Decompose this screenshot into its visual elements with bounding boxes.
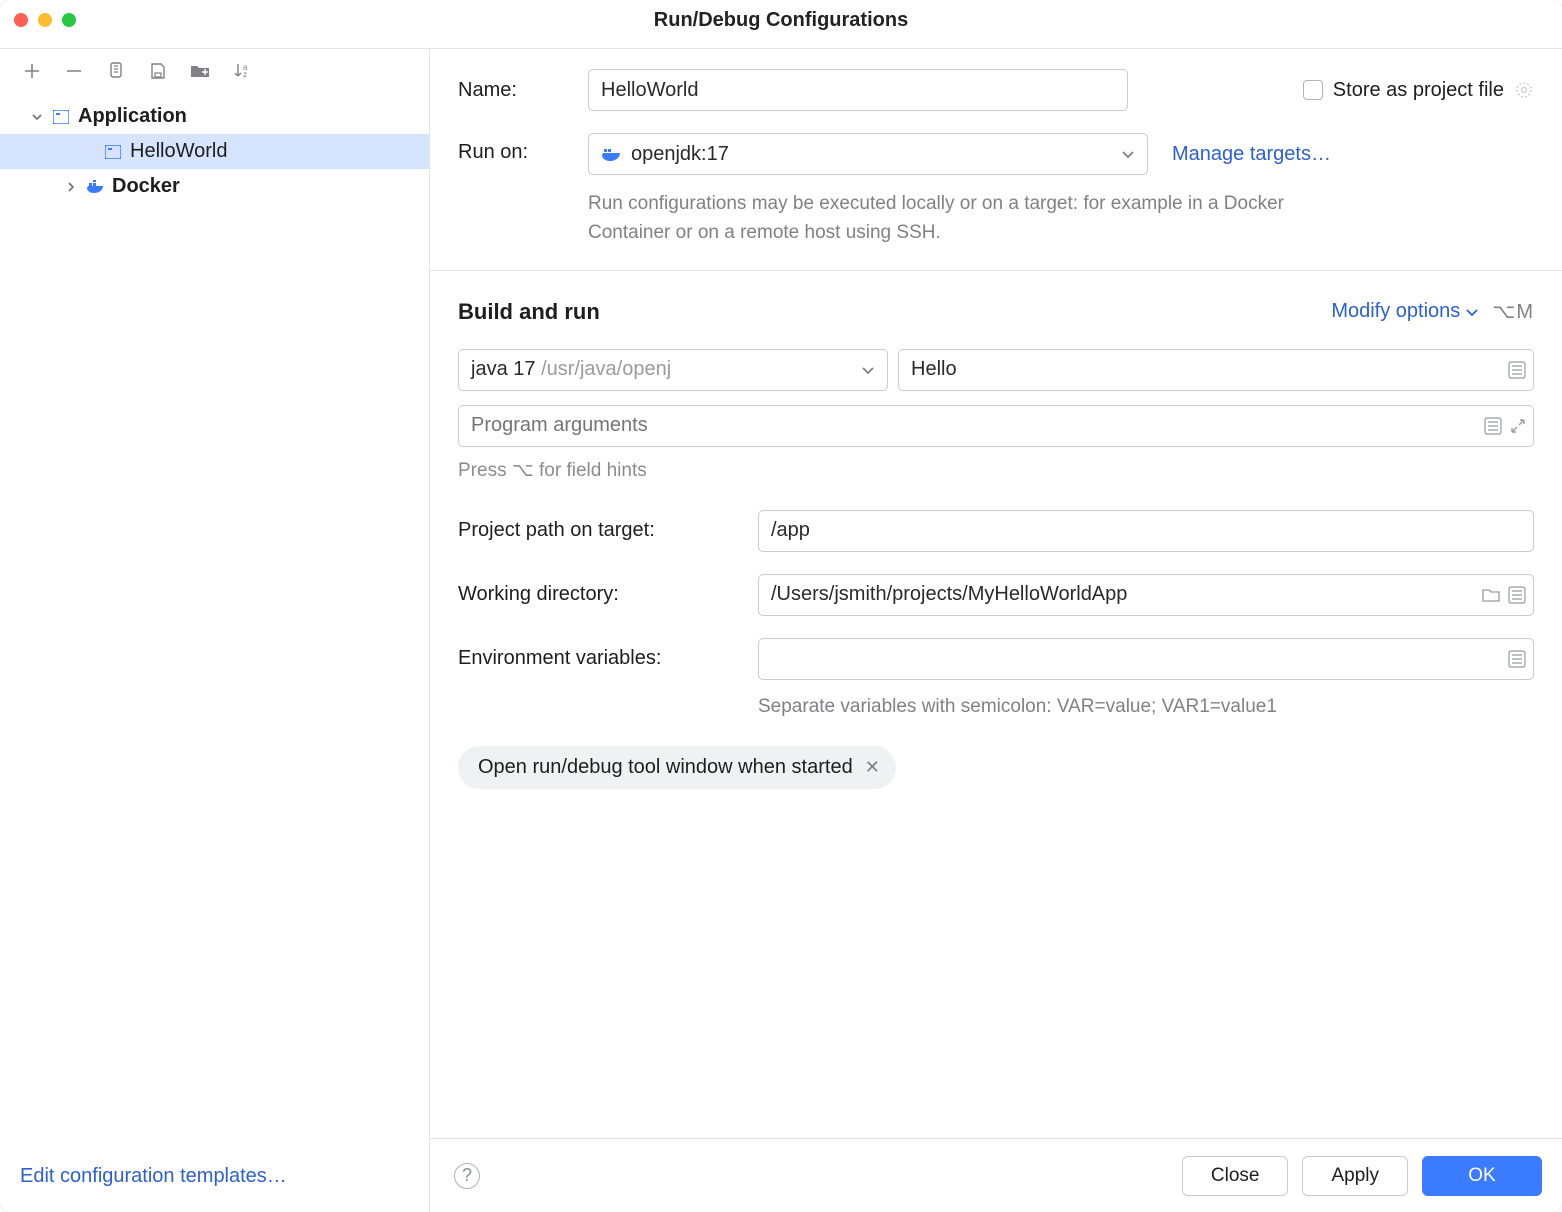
list-icon[interactable] (1508, 361, 1526, 379)
chevron-down-icon (1466, 306, 1478, 318)
working-directory-input[interactable] (758, 574, 1534, 616)
modify-options-shortcut: ⌥M (1492, 299, 1534, 324)
sort-config-icon[interactable]: az (232, 61, 252, 81)
args-hint: Press ⌥ for field hints (458, 459, 1534, 482)
jdk-select[interactable]: java 17 /usr/java/openj (458, 349, 888, 391)
sidebar-toolbar: az (0, 49, 429, 93)
titlebar: Run/Debug Configurations (0, 0, 1562, 40)
close-icon[interactable]: ✕ (865, 757, 880, 778)
folder-config-icon[interactable] (190, 61, 210, 81)
gear-icon[interactable] (1514, 80, 1534, 100)
run-target-select[interactable]: openjdk:17 (588, 133, 1148, 175)
apply-button[interactable]: Apply (1302, 1156, 1408, 1196)
config-tree: Application HelloWorld Docker (0, 93, 429, 1149)
jdk-name: java 17 (471, 358, 536, 380)
project-path-input[interactable] (758, 510, 1534, 552)
name-input[interactable] (588, 69, 1128, 111)
tree-node-application[interactable]: Application (0, 99, 429, 134)
close-button[interactable]: Close (1182, 1156, 1289, 1196)
expand-icon[interactable] (1510, 418, 1526, 434)
run-target-value: openjdk:17 (631, 143, 729, 166)
svg-text:z: z (243, 70, 247, 79)
list-icon[interactable] (1508, 650, 1526, 668)
edit-templates-link[interactable]: Edit configuration templates… (0, 1149, 429, 1212)
env-vars-hint: Separate variables with semicolon: VAR=v… (758, 696, 1534, 718)
folder-icon[interactable] (1482, 587, 1500, 603)
list-icon[interactable] (1508, 586, 1526, 604)
chevron-right-icon (64, 182, 78, 192)
tree-label: Docker (112, 175, 180, 198)
main-class-input[interactable] (898, 349, 1534, 391)
program-arguments-input[interactable] (458, 405, 1534, 447)
ok-button[interactable]: OK (1422, 1156, 1542, 1196)
build-run-heading: Build and run (458, 299, 600, 325)
tree-node-helloworld[interactable]: HelloWorld (0, 134, 429, 169)
tree-label: HelloWorld (130, 140, 227, 163)
chevron-down-icon (1121, 147, 1135, 161)
form-panel: Name: Store as project file Run on: (430, 49, 1562, 1212)
dialog-window: Run/Debug Configurations (0, 0, 1562, 1212)
copy-config-icon[interactable] (106, 61, 126, 81)
manage-targets-link[interactable]: Manage targets… (1172, 143, 1331, 166)
store-project-file-checkbox[interactable] (1303, 80, 1323, 100)
application-icon (104, 143, 122, 161)
env-vars-input[interactable] (758, 638, 1534, 680)
chevron-down-icon (861, 363, 875, 377)
docker-icon (86, 178, 104, 196)
chevron-down-icon (30, 112, 44, 122)
run-on-hint: Run configurations may be executed local… (588, 189, 1348, 248)
project-path-label: Project path on target: (458, 519, 758, 542)
save-config-icon[interactable] (148, 61, 168, 81)
store-project-file-label: Store as project file (1333, 79, 1504, 102)
application-icon (52, 108, 70, 126)
name-label: Name: (458, 79, 570, 102)
dialog-buttons: ? Close Apply OK (430, 1138, 1562, 1212)
docker-icon (601, 146, 621, 162)
modify-options-link[interactable]: Modify options (1331, 300, 1478, 323)
add-config-icon[interactable] (22, 61, 42, 81)
window-title: Run/Debug Configurations (0, 9, 1562, 32)
list-icon[interactable] (1484, 417, 1502, 435)
remove-config-icon[interactable] (64, 61, 84, 81)
jdk-path: /usr/java/openj (541, 358, 671, 380)
help-icon[interactable]: ? (454, 1163, 480, 1189)
sidebar: az Application HelloWorl (0, 49, 430, 1212)
env-vars-label: Environment variables: (458, 647, 758, 670)
run-on-label: Run on: (458, 133, 570, 164)
chip-label: Open run/debug tool window when started (478, 756, 853, 779)
working-directory-label: Working directory: (458, 583, 758, 606)
open-tool-window-chip[interactable]: Open run/debug tool window when started … (458, 746, 896, 789)
tree-node-docker[interactable]: Docker (0, 169, 429, 204)
tree-label: Application (78, 105, 187, 128)
